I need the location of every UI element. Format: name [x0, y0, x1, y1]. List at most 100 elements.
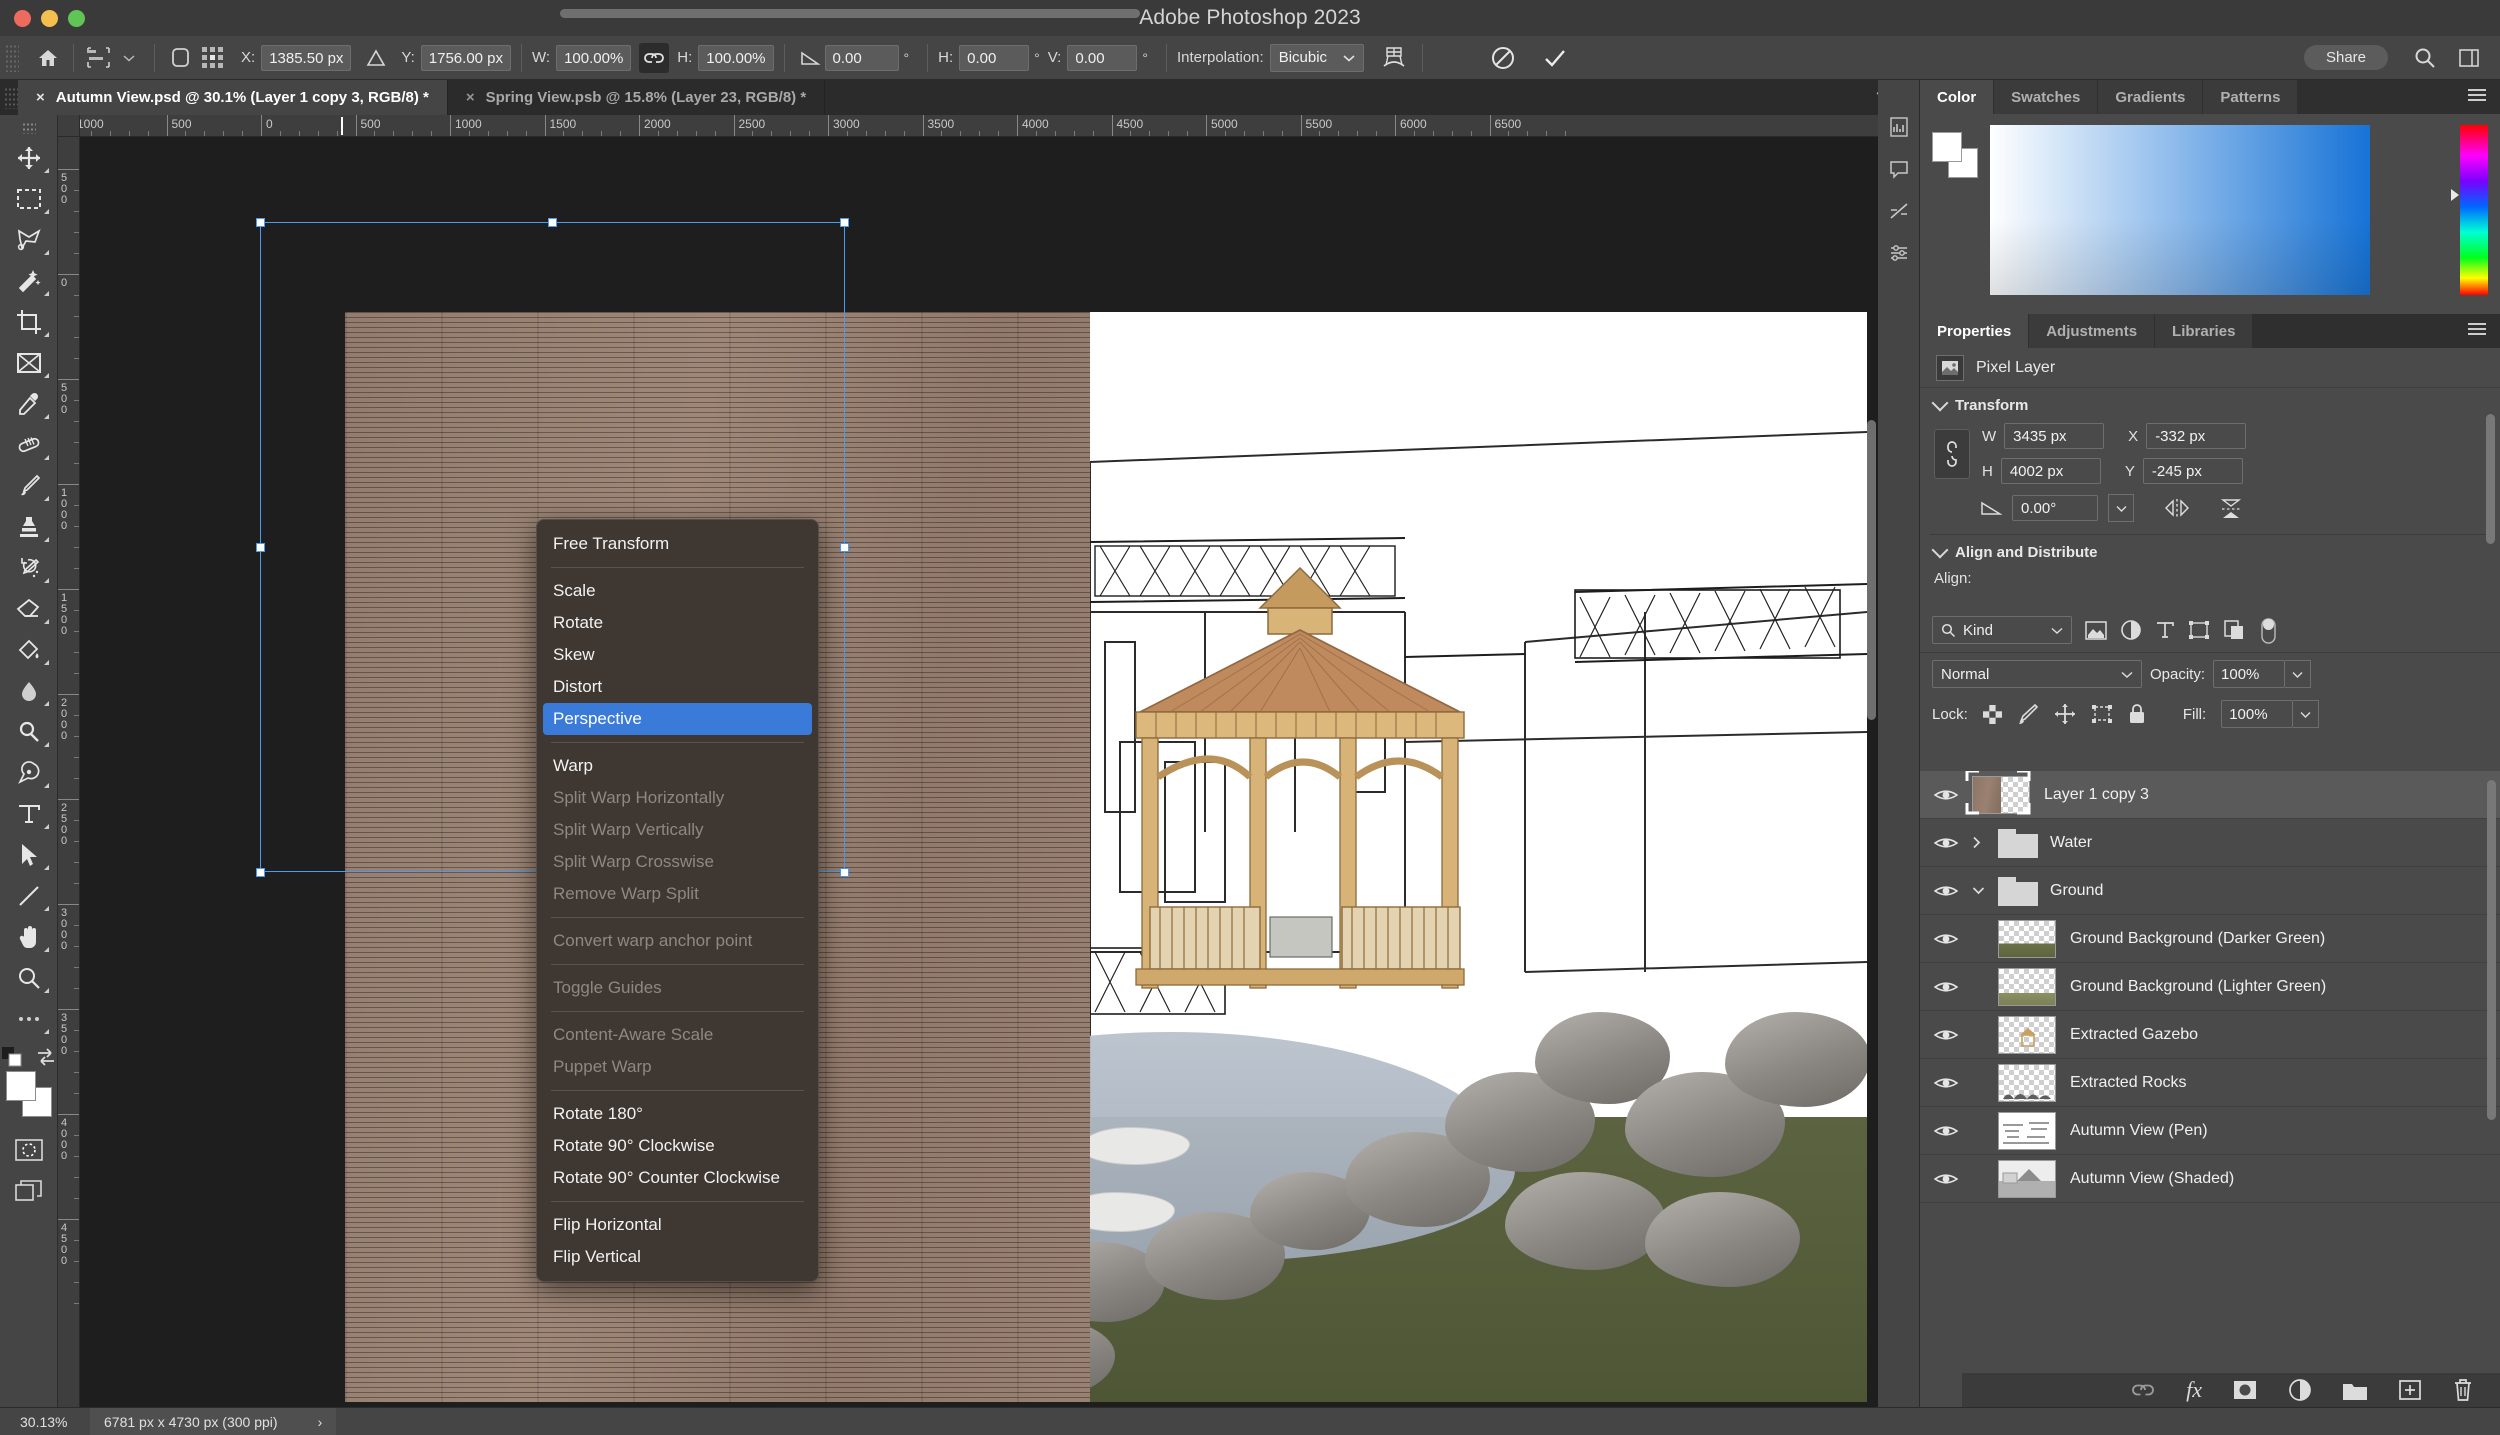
histogram-icon[interactable]	[1878, 106, 1920, 148]
tab-libraries[interactable]: Libraries	[2155, 314, 2254, 348]
tab-bar-grip[interactable]	[4, 86, 18, 109]
type-filter-icon[interactable]	[2155, 620, 2175, 640]
color-swatches[interactable]	[5, 1071, 52, 1117]
height-input[interactable]: 100.00%	[698, 44, 774, 71]
relative-positioning-icon[interactable]	[361, 43, 391, 73]
horizontal-ruler[interactable]: 1000 500 0 500 1000 1500 2000 2500 3000 3500 4000 4…	[58, 115, 1878, 137]
layer-row[interactable]: Autumn View (Pen)	[1920, 1107, 2500, 1155]
tab-adjustments[interactable]: Adjustments	[2029, 314, 2156, 348]
adjustments-icon[interactable]	[1878, 190, 1920, 232]
layer-visibility-eye-icon[interactable]	[1920, 1027, 1972, 1043]
hue-slider[interactable]	[2451, 125, 2488, 295]
chevron-down-icon[interactable]	[1972, 886, 1998, 895]
settings-sliders-icon[interactable]	[1878, 232, 1920, 274]
layer-row[interactable]: Autumn View (Shaded)	[1920, 1155, 2500, 1203]
x-input[interactable]: -332 px	[2146, 423, 2247, 449]
menu-item-scale[interactable]: Scale	[537, 575, 818, 607]
hand-tool[interactable]	[5, 916, 53, 957]
layer-visibility-eye-icon[interactable]	[1920, 1171, 1972, 1187]
close-tab-icon[interactable]: ×	[466, 89, 475, 106]
lock-transparent-pixels-icon[interactable]	[1982, 704, 2002, 724]
shape-filter-icon[interactable]	[2188, 620, 2210, 640]
menu-item-skew[interactable]: Skew	[537, 639, 818, 671]
interpolation-select[interactable]: Bicubic	[1269, 43, 1365, 72]
tools-panel-grip[interactable]	[5, 119, 53, 137]
tab-gradients[interactable]: Gradients	[2098, 80, 2204, 114]
tab-patterns[interactable]: Patterns	[2203, 80, 2299, 114]
new-group-icon[interactable]	[2342, 1380, 2368, 1401]
transform-handle-top-left[interactable]	[256, 218, 265, 227]
layer-row[interactable]: Ground	[1920, 867, 2500, 915]
align-section-header[interactable]: Align and Distribute	[1920, 535, 2500, 570]
menu-item-rotate-90-clockwise[interactable]: Rotate 90° Clockwise	[537, 1130, 818, 1162]
add-layer-mask-icon[interactable]	[2232, 1379, 2258, 1401]
color-picker-field[interactable]	[1990, 125, 2370, 295]
line-tool[interactable]	[5, 875, 53, 916]
flip-horizontal-icon[interactable]	[2162, 497, 2192, 519]
close-tab-icon[interactable]: ×	[36, 89, 45, 106]
layer-visibility-eye-icon[interactable]	[1920, 1075, 1972, 1091]
move-tool[interactable]	[5, 137, 53, 178]
rotation-stepper[interactable]	[2108, 494, 2134, 522]
layer-visibility-eye-icon[interactable]	[1920, 979, 1972, 995]
link-width-height-icon[interactable]	[1934, 428, 1970, 479]
layer-visibility-eye-icon[interactable]	[1920, 1123, 1972, 1139]
pixel-filter-icon[interactable]	[2085, 620, 2107, 640]
delete-layer-icon[interactable]	[2452, 1378, 2474, 1402]
menu-item-perspective[interactable]: Perspective	[543, 703, 812, 735]
adjustment-filter-icon[interactable]	[2120, 619, 2142, 641]
menu-item-distort[interactable]: Distort	[537, 671, 818, 703]
foreground-color-swatch[interactable]	[5, 1071, 36, 1101]
eraser-tool[interactable]	[5, 588, 53, 629]
lock-image-pixels-icon[interactable]	[2017, 703, 2039, 725]
layer-list[interactable]: Layer 1 copy 3 Water Ground Ground Backgrou…	[1920, 771, 2500, 1373]
clone-stamp-tool[interactable]	[5, 506, 53, 547]
tab-properties[interactable]: Properties	[1920, 314, 2030, 348]
panel-menu-icon[interactable]	[2468, 89, 2486, 104]
width-input[interactable]: 3435 px	[2004, 423, 2105, 449]
home-icon[interactable]	[33, 43, 63, 73]
rectangular-marquee-tool[interactable]	[5, 178, 53, 219]
transform-section-header[interactable]: Transform	[1920, 388, 2500, 423]
layer-row[interactable]: Ground Background (Lighter Green)	[1920, 963, 2500, 1011]
layer-row[interactable]: Extracted Rocks	[1920, 1059, 2500, 1107]
smart-object-filter-icon[interactable]	[2223, 619, 2245, 641]
flip-vertical-icon[interactable]	[2218, 495, 2244, 521]
fill-stepper[interactable]	[2293, 700, 2320, 728]
workspace-switcher-icon[interactable]	[2454, 43, 2484, 73]
horizontal-scrollbar[interactable]	[560, 9, 1140, 18]
document-size-status[interactable]: 6781 px x 4730 px (300 ppi) ›	[90, 1407, 337, 1435]
properties-scrollbar[interactable]	[2486, 414, 2495, 544]
transform-handle-middle-left[interactable]	[256, 543, 265, 552]
blur-tool[interactable]	[5, 670, 53, 711]
layer-styles-fx-icon[interactable]: fx	[2186, 1377, 2202, 1403]
filter-toggle-switch[interactable]	[2258, 615, 2278, 645]
rotation-input[interactable]: 0.00°	[2012, 495, 2098, 521]
quick-mask-mode-icon[interactable]	[5, 1129, 53, 1170]
menu-item-rotate-90-counter-clockwise[interactable]: Rotate 90° Counter Clockwise	[537, 1162, 818, 1194]
lasso-tool[interactable]	[5, 219, 53, 260]
lock-position-icon[interactable]	[2054, 703, 2076, 725]
lock-artboard-nesting-icon[interactable]	[2091, 704, 2113, 724]
transform-handle-top-center[interactable]	[548, 218, 557, 227]
blend-mode-select[interactable]: Normal	[1932, 660, 2142, 688]
default-foreground-background-icon[interactable]	[1, 1047, 22, 1067]
foreground-color-swatch[interactable]	[1932, 132, 1962, 162]
zoom-tool[interactable]	[5, 957, 53, 998]
pen-tool[interactable]	[5, 752, 53, 793]
transform-handle-top-right[interactable]	[840, 218, 849, 227]
skew-horizontal-input[interactable]: 0.00	[959, 44, 1030, 71]
transform-context-menu[interactable]: Free Transform Scale Rotate Skew Distort Pers…	[536, 519, 819, 1282]
skew-vertical-input[interactable]: 0.00	[1067, 44, 1138, 71]
history-brush-tool[interactable]	[5, 547, 53, 588]
tool-preset-chevron-icon[interactable]	[114, 43, 144, 73]
chevron-right-icon[interactable]	[1972, 836, 1998, 849]
new-fill-adjustment-layer-icon[interactable]	[2288, 1378, 2312, 1402]
layer-visibility-eye-icon[interactable]	[1920, 931, 1972, 947]
screen-mode-icon[interactable]	[5, 1170, 53, 1211]
type-tool[interactable]	[5, 793, 53, 834]
crop-tool[interactable]	[5, 301, 53, 342]
gradient-tool[interactable]	[5, 629, 53, 670]
layer-visibility-eye-icon[interactable]	[1920, 883, 1972, 899]
width-input[interactable]: 100.00%	[556, 44, 632, 71]
